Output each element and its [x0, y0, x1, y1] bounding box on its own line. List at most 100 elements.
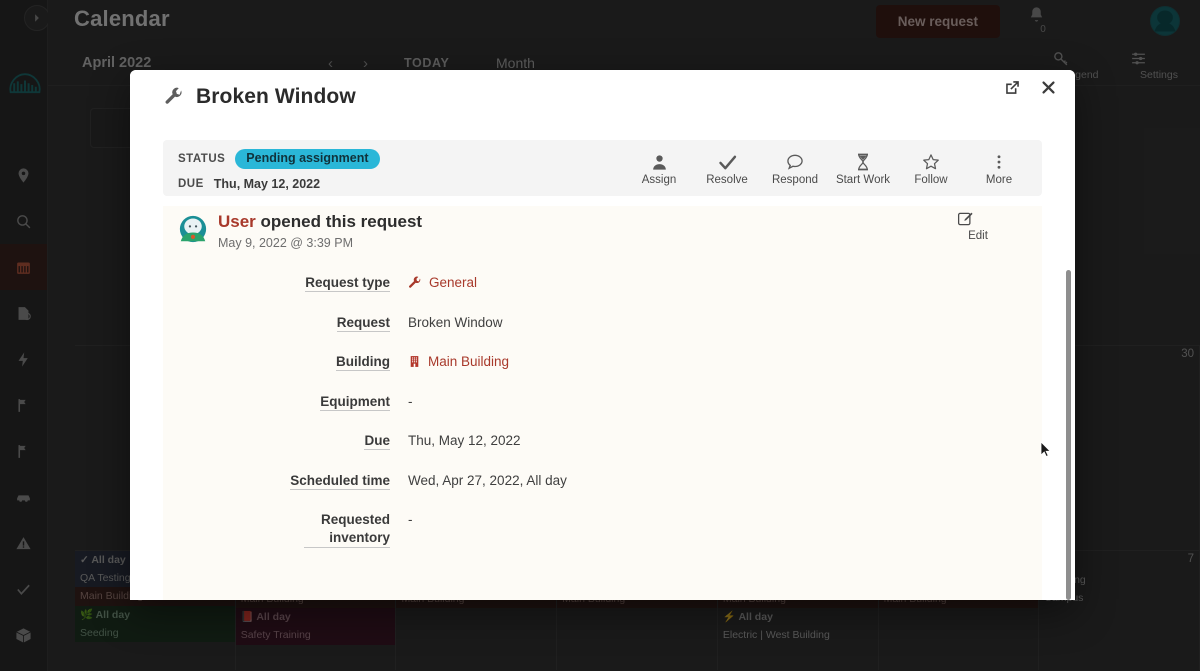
- star-icon: [898, 151, 964, 173]
- activity-actor[interactable]: User: [218, 212, 256, 231]
- modal-header: Broken Window: [130, 70, 1075, 128]
- due-label: DUE: [178, 178, 204, 190]
- chevron-right-icon: [35, 14, 39, 22]
- settings-label: Settings: [1140, 69, 1178, 81]
- check-icon: [17, 584, 30, 595]
- status-info: STATUS Pending assignment DUE Thu, May 1…: [178, 149, 380, 194]
- detail-value: -: [408, 512, 413, 528]
- user-avatar-icon: [1151, 7, 1179, 35]
- detail-value[interactable]: General: [408, 274, 477, 292]
- sliders-icon: [1132, 52, 1145, 65]
- calendar-month-selector[interactable]: April 2022: [82, 55, 151, 71]
- status-badge[interactable]: Pending assignment: [235, 149, 380, 169]
- more-button[interactable]: More: [966, 147, 1032, 186]
- detail-label: Equipment: [320, 393, 390, 411]
- follow-label: Follow: [914, 174, 948, 186]
- edit-label: Edit: [968, 230, 988, 242]
- sidebar-item-inspections[interactable]: [0, 428, 47, 474]
- detail-value: Broken Window: [408, 314, 503, 330]
- person-icon: [626, 151, 692, 173]
- request-detail-modal: Broken Window STATUS Pending assignment …: [130, 70, 1075, 600]
- modal-header-actions: [1003, 78, 1057, 97]
- assign-label: Assign: [641, 174, 677, 186]
- resolve-button[interactable]: Resolve: [694, 147, 760, 186]
- calendar-event[interactable]: 🌿 All day: [75, 605, 235, 624]
- bell-icon: [1030, 7, 1043, 22]
- detail-label: Request: [336, 314, 390, 332]
- sidebar-item-projects[interactable]: [0, 382, 47, 428]
- detail-row: Request Broken Window: [163, 314, 1015, 332]
- check-icon: [694, 151, 760, 173]
- page-title: Broken Window: [196, 85, 356, 108]
- sidebar-item-inventory[interactable]: [0, 612, 47, 658]
- sidebar-item-location[interactable]: [0, 152, 47, 198]
- detail-label: Due: [364, 433, 390, 451]
- user-avatar-icon: [179, 215, 207, 243]
- start-work-button[interactable]: Start Work: [830, 147, 896, 186]
- close-x-icon: [1042, 81, 1055, 94]
- left-rail: [0, 0, 50, 671]
- calendar-month-label: April 2022: [82, 55, 152, 71]
- rail-item-list: [0, 152, 47, 658]
- sidebar-item-alerts[interactable]: [0, 520, 47, 566]
- detail-value: Thu, May 12, 2022: [408, 433, 521, 449]
- new-request-button[interactable]: New request: [875, 5, 1000, 38]
- detail-label: Scheduled time: [290, 472, 390, 490]
- resolve-label: Resolve: [706, 174, 748, 186]
- status-bar: STATUS Pending assignment DUE Thu, May 1…: [163, 140, 1042, 196]
- detail-label: Requested inventory: [163, 511, 408, 549]
- settings-button[interactable]: Settings: [1130, 50, 1188, 81]
- modal-body: User opened this request May 9, 2022 @ 3…: [130, 206, 1075, 600]
- detail-value[interactable]: Main Building: [408, 353, 509, 371]
- notifications-button[interactable]: 0: [1028, 6, 1058, 35]
- detail-value: -: [408, 393, 413, 409]
- assign-button[interactable]: Assign: [626, 147, 692, 186]
- sidebar-item-tasks[interactable]: [0, 566, 47, 612]
- wrench-icon: [409, 276, 421, 288]
- detail-value: Wed, Apr 27, 2022, All day: [408, 472, 567, 488]
- hourglass-icon: [830, 151, 896, 173]
- open-in-new-window-button[interactable]: [1003, 78, 1022, 97]
- top-bar: Calendar New request 0: [48, 0, 1200, 44]
- follow-button[interactable]: Follow: [898, 147, 964, 186]
- calendar-event-title[interactable]: Seeding: [75, 623, 235, 642]
- screen: Calendar New request 0 April 2022 ‹ › TO…: [0, 0, 1200, 671]
- activity-timestamp: May 9, 2022 @ 3:39 PM: [218, 236, 353, 250]
- search-icon: [17, 214, 31, 228]
- calendar-icon: [17, 262, 30, 274]
- sidebar-item-utilities[interactable]: [0, 336, 47, 382]
- building-icon: [410, 356, 419, 368]
- detail-row: Requested inventory -: [163, 511, 1015, 549]
- respond-button[interactable]: Respond: [762, 147, 828, 186]
- activity-title: User opened this request: [218, 212, 422, 232]
- calendar-today-button[interactable]: TODAY: [404, 56, 449, 70]
- calendar-event-title[interactable]: Electric | West Building: [718, 626, 878, 644]
- request-details-list: Request type General Request Broken Wind…: [163, 274, 1015, 570]
- status-row: STATUS Pending assignment: [178, 149, 380, 169]
- calendar-day-number: 7: [1187, 553, 1195, 565]
- sidebar-item-requests[interactable]: [0, 290, 47, 336]
- activity-header: User opened this request May 9, 2022 @ 3…: [163, 206, 1042, 268]
- wrench-icon: [165, 87, 182, 104]
- mouse-cursor: [1040, 441, 1052, 458]
- warning-icon: [16, 536, 31, 549]
- calendar-event[interactable]: 📕 All day: [235, 608, 396, 627]
- map-pin-icon: [18, 167, 29, 183]
- avatar[interactable]: [1150, 6, 1180, 36]
- sidebar-item-vehicles[interactable]: [0, 474, 47, 520]
- due-value: Thu, May 12, 2022: [213, 177, 321, 191]
- sidebar-item-calendar[interactable]: [0, 244, 47, 290]
- close-icon[interactable]: [1040, 79, 1057, 96]
- car-icon: [17, 494, 30, 502]
- sidebar-item-search[interactable]: [0, 198, 47, 244]
- detail-row: Equipment -: [163, 393, 1015, 411]
- rail-expand-button[interactable]: [24, 5, 50, 31]
- bolt-icon: [18, 351, 28, 367]
- calendar-view-selector[interactable]: Month: [496, 55, 535, 71]
- modal-scrollbar-thumb[interactable]: [1066, 270, 1071, 600]
- calendar-event[interactable]: ⚡ All day: [718, 608, 878, 626]
- edit-button[interactable]: Edit: [956, 210, 1000, 242]
- app-logo: [6, 68, 44, 102]
- kebab-menu-icon: [966, 151, 1032, 173]
- calendar-event-title[interactable]: Safety Training: [235, 626, 396, 645]
